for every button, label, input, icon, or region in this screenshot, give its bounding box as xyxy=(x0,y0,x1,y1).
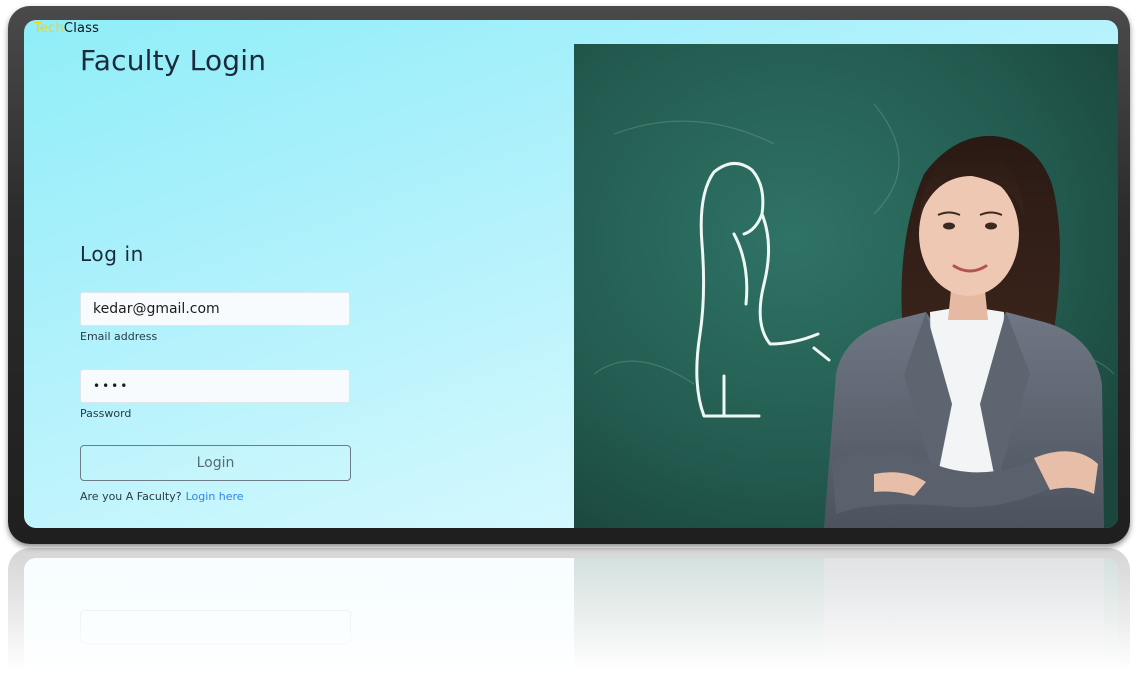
password-field[interactable] xyxy=(80,369,350,403)
reflection-login-button xyxy=(80,610,351,644)
helper-text: Are you A Faculty? xyxy=(80,490,182,503)
reflection-screen xyxy=(24,558,1118,692)
teacher-photo-illustration xyxy=(574,44,1118,528)
stage: TechClass Faculty Login Log in Email add… xyxy=(0,0,1136,692)
page-title: Faculty Login xyxy=(80,44,267,77)
brand-class-text: Class xyxy=(63,21,100,36)
device-frame: TechClass Faculty Login Log in Email add… xyxy=(8,6,1130,544)
email-label: Email address xyxy=(80,330,158,343)
password-label: Password xyxy=(80,407,132,420)
login-heading: Log in xyxy=(80,242,144,266)
app-screen: TechClass Faculty Login Log in Email add… xyxy=(24,20,1118,528)
reflection-photo xyxy=(574,558,1118,692)
login-here-link[interactable]: Login here xyxy=(186,490,244,503)
reflection-frame xyxy=(8,548,1130,692)
hero-photo xyxy=(574,44,1118,528)
faculty-helper: Are you A Faculty? Login here xyxy=(80,490,244,503)
email-field[interactable] xyxy=(80,292,350,326)
login-button[interactable]: Login xyxy=(80,445,351,481)
brand-tech-text: Tech xyxy=(34,21,64,36)
reflection-figure xyxy=(824,558,1104,692)
brand-logo[interactable]: TechClass xyxy=(34,21,99,36)
floor-reflection xyxy=(8,548,1130,692)
